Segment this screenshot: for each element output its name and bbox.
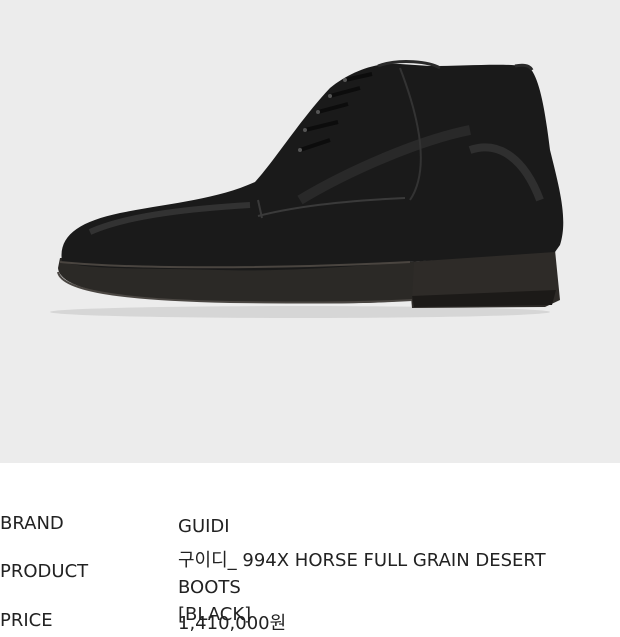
product-info-table: BRAND GUIDI PRODUCT 구이디_ 994X HORSE FULL… xyxy=(0,463,620,634)
brand-label: BRAND xyxy=(0,513,64,534)
product-label: PRODUCT xyxy=(0,561,89,582)
brand-value: GUIDI xyxy=(178,516,230,537)
boot-image xyxy=(50,60,564,318)
price-label: PRICE xyxy=(0,610,53,631)
price-value: 1,410,000원 xyxy=(178,613,287,634)
product-name-line1: 구이디_ 994X HORSE FULL GRAIN DESERT BOOTS xyxy=(178,550,546,598)
product-image xyxy=(0,0,620,463)
